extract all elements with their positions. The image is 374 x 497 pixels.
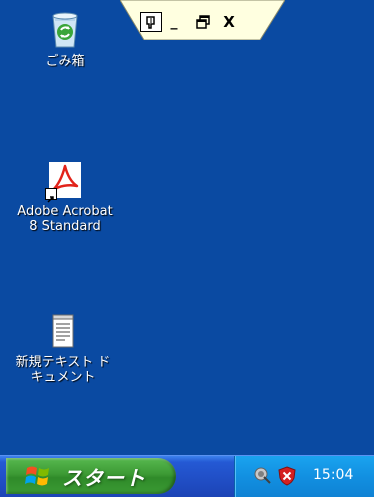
pin-icon	[146, 16, 155, 29]
security-shield-icon[interactable]	[277, 466, 297, 486]
pin-button[interactable]	[140, 12, 162, 32]
notepad-text-document-icon	[43, 311, 83, 351]
desktop-icon-label: ごみ箱	[45, 54, 85, 69]
minimize-button[interactable]: _	[166, 12, 182, 32]
recycle-bin-icon	[45, 10, 85, 50]
desktop-icon-text-document[interactable]: 新規テキスト ド キュメント	[3, 311, 123, 385]
restore-button[interactable]	[194, 12, 212, 32]
network-icon[interactable]	[253, 466, 273, 486]
desktop[interactable]: _ X ごみ箱 Adobe Acrobat 8 Standard 新規テキスト …	[0, 0, 374, 455]
windows-logo-icon	[25, 466, 49, 486]
desktop-icon-recycle-bin[interactable]: ごみ箱	[5, 10, 125, 69]
taskbar: スタート 15:04	[0, 455, 374, 497]
system-tray: 15:04	[234, 456, 374, 497]
start-button[interactable]: スタート	[6, 458, 176, 494]
acrobat-icon	[45, 160, 85, 203]
desktop-icon-label: Adobe Acrobat 8 Standard	[17, 204, 113, 234]
close-button[interactable]: X	[220, 12, 238, 32]
start-label: スタート	[62, 465, 146, 490]
shortcut-arrow-icon	[45, 188, 57, 203]
clock[interactable]: 15:04	[313, 467, 353, 483]
desktop-icon-adobe-acrobat[interactable]: Adobe Acrobat 8 Standard	[5, 160, 125, 234]
restore-icon	[196, 15, 210, 29]
connection-bar: _ X	[120, 0, 285, 40]
desktop-icon-label: 新規テキスト ド キュメント	[15, 355, 111, 385]
